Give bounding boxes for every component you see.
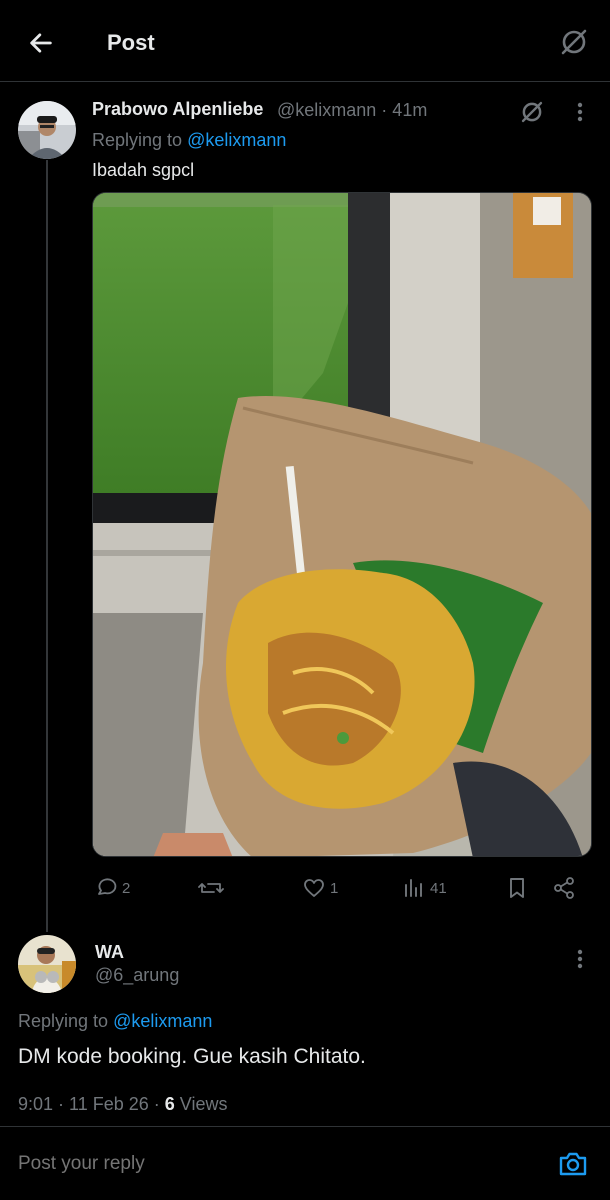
grok-icon <box>561 29 587 55</box>
thread-connector <box>46 160 48 932</box>
back-arrow-icon <box>30 33 52 53</box>
replying-handle-link[interactable]: @kelixmann <box>113 1011 212 1031</box>
author-name[interactable]: WA <box>95 942 124 963</box>
like-button[interactable]: 1 <box>302 872 338 904</box>
like-count: 1 <box>330 879 339 897</box>
share-icon <box>554 877 574 899</box>
post-timestamp: 9:01 · 11 Feb 26 · 6 Views <box>18 1094 227 1115</box>
grok-button[interactable] <box>556 24 592 60</box>
more-icon <box>577 102 583 122</box>
camera-button[interactable] <box>558 1149 588 1179</box>
replying-label: Replying to <box>18 1011 114 1031</box>
reply-bar <box>0 1126 610 1200</box>
author-handle-time: @kelixmann · 41m <box>277 100 428 120</box>
post-image[interactable] <box>92 192 592 857</box>
post-text: DM kode booking. Gue kasih Chitato. <box>18 1045 366 1068</box>
grok-button[interactable] <box>518 98 546 126</box>
reply-button[interactable]: 2 <box>94 872 130 904</box>
views-icon <box>405 879 422 897</box>
author-name[interactable]: Prabowo Alpenliebe <box>92 99 263 120</box>
more-icon <box>577 949 583 969</box>
avatar[interactable] <box>18 101 76 159</box>
share-button[interactable] <box>552 872 576 904</box>
bookmark-icon <box>510 878 524 898</box>
views-count: 6 <box>164 1094 175 1114</box>
views-button[interactable]: 41 <box>402 872 447 904</box>
more-button[interactable] <box>570 98 590 126</box>
post-time-date: 9:01 · 11 Feb 26 · <box>18 1094 165 1114</box>
avatar[interactable] <box>18 935 76 993</box>
repost-button[interactable] <box>198 872 228 904</box>
post-actions: 2 1 41 <box>92 872 592 904</box>
views-count: 41 <box>430 879 447 897</box>
reply-icon <box>98 878 117 895</box>
repost-icon <box>198 883 224 893</box>
more-button[interactable] <box>570 945 590 973</box>
views-label: Views <box>174 1094 228 1114</box>
post-text: Ibadah sgpcl <box>92 160 195 180</box>
replying-label: Replying to <box>92 130 188 150</box>
reply-count: 2 <box>122 879 131 897</box>
replying-handle-link[interactable]: @kelixmann <box>187 130 286 150</box>
replying-to: Replying to @kelixmann <box>18 1011 212 1032</box>
replying-to: Replying to @kelixmann <box>92 130 286 151</box>
top-bar: Post <box>0 0 610 82</box>
bookmark-button[interactable] <box>505 872 529 904</box>
page-title: Post <box>107 30 155 55</box>
back-button[interactable] <box>24 26 58 60</box>
like-icon <box>304 879 324 897</box>
author-handle[interactable]: @6_arung <box>95 965 179 986</box>
reply-input[interactable] <box>18 1153 263 1175</box>
camera-icon <box>559 1152 587 1176</box>
grok-icon <box>521 101 543 123</box>
